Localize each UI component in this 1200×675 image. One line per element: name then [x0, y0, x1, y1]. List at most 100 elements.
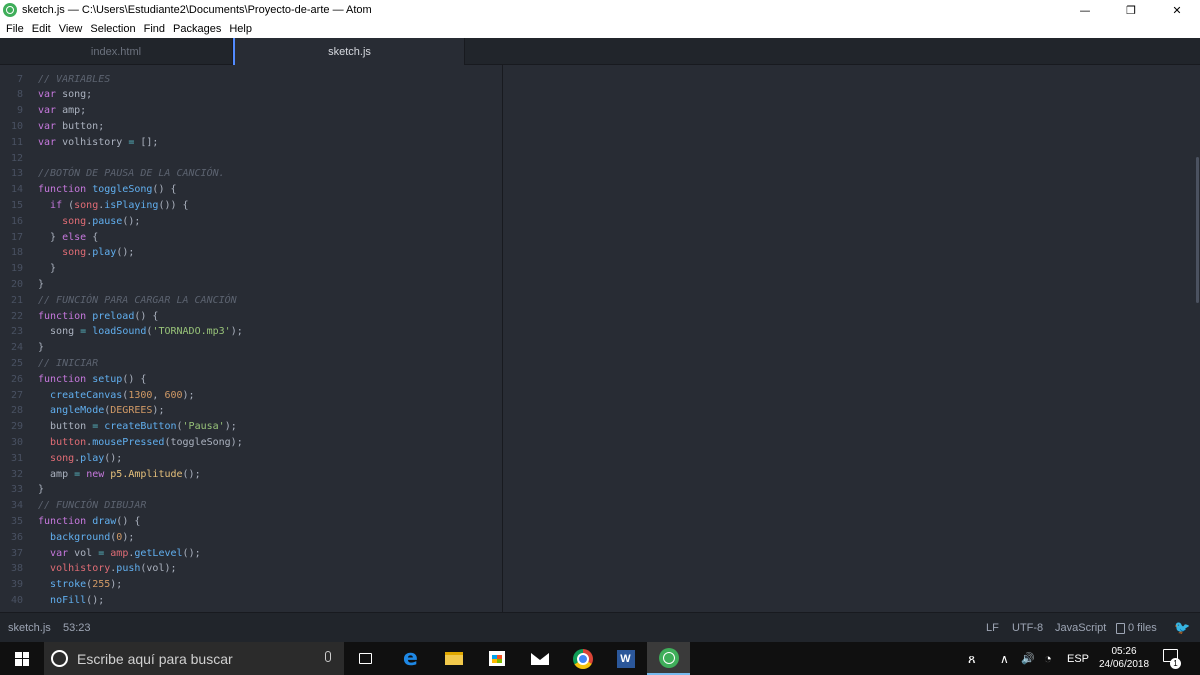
code-text[interactable]: volhistory.push(vol);: [38, 561, 176, 577]
status-grammar[interactable]: JavaScript: [1055, 613, 1106, 643]
code-line[interactable]: 30 button.mousePressed(toggleSong);: [0, 435, 502, 451]
code-text[interactable]: var button;: [38, 119, 104, 135]
code-line[interactable]: 40 noFill();: [0, 593, 502, 609]
taskbar-search-box[interactable]: Escribe aquí para buscar: [44, 642, 344, 675]
code-text[interactable]: function draw() {: [38, 514, 140, 530]
code-text[interactable]: if (song.isPlaying()) {: [38, 198, 189, 214]
code-text[interactable]: } else {: [38, 230, 98, 246]
code-line[interactable]: 32 amp = new p5.Amplitude();: [0, 467, 502, 483]
code-text[interactable]: }: [38, 261, 56, 277]
microphone-icon[interactable]: [325, 651, 331, 662]
code-text[interactable]: song.pause();: [38, 214, 140, 230]
tab-sketch-js[interactable]: sketch.js: [233, 38, 465, 65]
code-line[interactable]: 8 var song;: [0, 87, 502, 103]
menu-selection[interactable]: Selection: [86, 23, 139, 35]
code-line[interactable]: 21 // FUNCIÓN PARA CARGAR LA CANCIÓN: [0, 293, 502, 309]
language-indicator[interactable]: ESP: [1067, 642, 1089, 675]
vertical-scrollbar[interactable]: [1196, 157, 1199, 303]
code-line[interactable]: 7 // VARIABLES: [0, 72, 502, 88]
code-line[interactable]: 22 function preload() {: [0, 309, 502, 325]
wifi-icon[interactable]: ◔: [1044, 642, 1052, 675]
task-view-button[interactable]: [344, 642, 387, 675]
menu-find[interactable]: Find: [140, 23, 169, 35]
status-git-files[interactable]: 0 files: [1116, 613, 1157, 643]
code-line[interactable]: 23 song = loadSound('TORNADO.mp3');: [0, 324, 502, 340]
word-taskbar-button[interactable]: W: [604, 642, 647, 675]
code-editor[interactable]: 7 // VARIABLES 8 var song; 9 var amp; 10 var bu…: [0, 65, 502, 612]
code-line[interactable]: 34 // FUNCIÓN DIBUJAR: [0, 498, 502, 514]
code-line[interactable]: 24}: [0, 340, 502, 356]
code-line[interactable]: 20}: [0, 277, 502, 293]
status-cursor-position[interactable]: 53:23: [63, 613, 91, 643]
tab-index-html[interactable]: index.html: [0, 38, 233, 65]
code-text[interactable]: // FUNCIÓN DIBUJAR: [38, 498, 146, 514]
menu-edit[interactable]: Edit: [28, 23, 55, 35]
code-line[interactable]: 26 function setup() {: [0, 372, 502, 388]
code-line[interactable]: 29 button = createButton('Pausa');: [0, 419, 502, 435]
code-text[interactable]: function preload() {: [38, 309, 158, 325]
code-text[interactable]: // INICIAR: [38, 356, 98, 372]
code-line[interactable]: 35 function draw() {: [0, 514, 502, 530]
code-text[interactable]: song = loadSound('TORNADO.mp3');: [38, 324, 243, 340]
status-file-name[interactable]: sketch.js: [8, 613, 51, 643]
code-text[interactable]: stroke(255);: [38, 577, 122, 593]
code-line[interactable]: 31 song.play();: [0, 451, 502, 467]
code-text[interactable]: button.mousePressed(toggleSong);: [38, 435, 243, 451]
code-line[interactable]: 10 var button;: [0, 119, 502, 135]
mail-taskbar-button[interactable]: [518, 642, 561, 675]
code-line[interactable]: 17 } else {: [0, 230, 502, 246]
clock[interactable]: 05:26 24/06/2018: [1094, 645, 1154, 671]
edge-taskbar-button[interactable]: e: [389, 642, 432, 675]
minimize-button[interactable]: —: [1062, 0, 1108, 20]
menu-view[interactable]: View: [55, 23, 87, 35]
atom-taskbar-button[interactable]: [647, 642, 690, 675]
menu-file[interactable]: File: [2, 23, 28, 35]
code-text[interactable]: song.play();: [38, 245, 134, 261]
menu-help[interactable]: Help: [225, 23, 256, 35]
code-text[interactable]: //BOTÓN DE PAUSA DE LA CANCIÓN.: [38, 166, 225, 182]
code-text[interactable]: button = createButton('Pausa');: [38, 419, 237, 435]
code-text[interactable]: }: [38, 482, 44, 498]
menu-packages[interactable]: Packages: [169, 23, 225, 35]
code-text[interactable]: createCanvas(1300, 600);: [38, 388, 195, 404]
volume-icon[interactable]: 🔊: [1021, 642, 1035, 675]
store-taskbar-button[interactable]: [475, 642, 518, 675]
code-line[interactable]: 9 var amp;: [0, 103, 502, 119]
chrome-taskbar-button[interactable]: [561, 642, 604, 675]
code-text[interactable]: function setup() {: [38, 372, 146, 388]
code-line[interactable]: 11 var volhistory = [];: [0, 135, 502, 151]
status-encoding[interactable]: UTF-8: [1012, 613, 1043, 643]
code-text[interactable]: angleMode(DEGREES);: [38, 403, 164, 419]
file-explorer-taskbar-button[interactable]: [432, 642, 475, 675]
code-text[interactable]: song.play();: [38, 451, 122, 467]
code-text[interactable]: var amp;: [38, 103, 86, 119]
code-line[interactable]: 36 background(0);: [0, 530, 502, 546]
twitter-bird-icon[interactable]: 🐦: [1174, 613, 1190, 643]
close-button[interactable]: ✕: [1154, 0, 1200, 20]
code-line[interactable]: 27 createCanvas(1300, 600);: [0, 388, 502, 404]
code-line[interactable]: 25 // INICIAR: [0, 356, 502, 372]
code-text[interactable]: background(0);: [38, 530, 134, 546]
code-text[interactable]: var volhistory = [];: [38, 135, 158, 151]
code-text[interactable]: }: [38, 277, 44, 293]
code-line[interactable]: 33}: [0, 482, 502, 498]
code-text[interactable]: // VARIABLES: [38, 72, 110, 88]
empty-editor-pane[interactable]: [503, 65, 1200, 612]
code-line[interactable]: 38 volhistory.push(vol);: [0, 561, 502, 577]
code-line[interactable]: 16 song.pause();: [0, 214, 502, 230]
code-text[interactable]: noFill();: [38, 593, 104, 609]
start-button[interactable]: [0, 642, 44, 675]
chevron-up-icon[interactable]: ∧: [1000, 642, 1009, 675]
code-text[interactable]: amp = new p5.Amplitude();: [38, 467, 201, 483]
code-text[interactable]: // FUNCIÓN PARA CARGAR LA CANCIÓN: [38, 293, 237, 309]
code-line[interactable]: 12: [0, 151, 502, 167]
code-line[interactable]: 39 stroke(255);: [0, 577, 502, 593]
people-icon[interactable]: ጸ: [968, 642, 976, 675]
restore-button[interactable]: ❐: [1108, 0, 1154, 20]
code-line[interactable]: 28 angleMode(DEGREES);: [0, 403, 502, 419]
code-text[interactable]: var song;: [38, 87, 92, 103]
code-line[interactable]: 15 if (song.isPlaying()) {: [0, 198, 502, 214]
code-line[interactable]: 18 song.play();: [0, 245, 502, 261]
code-line[interactable]: 37 var vol = amp.getLevel();: [0, 546, 502, 562]
code-line[interactable]: 14 function toggleSong() {: [0, 182, 502, 198]
